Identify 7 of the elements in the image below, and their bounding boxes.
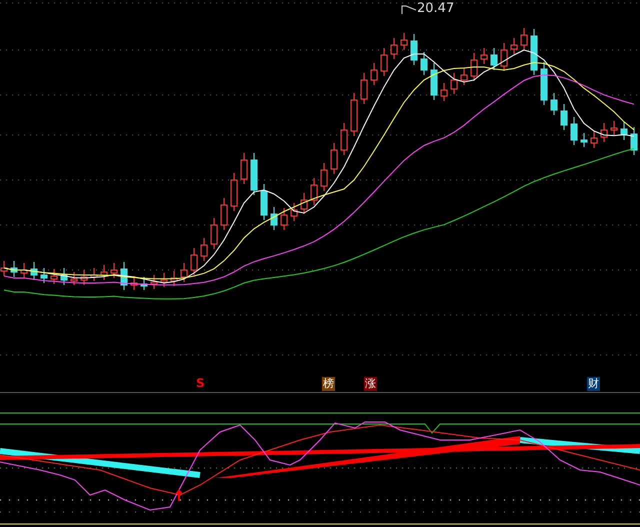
tag-label: 财	[587, 377, 600, 391]
tag-label: 榜	[322, 377, 335, 391]
up-arrow-icon	[174, 488, 184, 502]
leader-line	[401, 4, 417, 14]
tag-label: 涨	[364, 377, 377, 391]
signal-label: S	[196, 376, 205, 390]
price-label: 20.47	[417, 1, 454, 17]
